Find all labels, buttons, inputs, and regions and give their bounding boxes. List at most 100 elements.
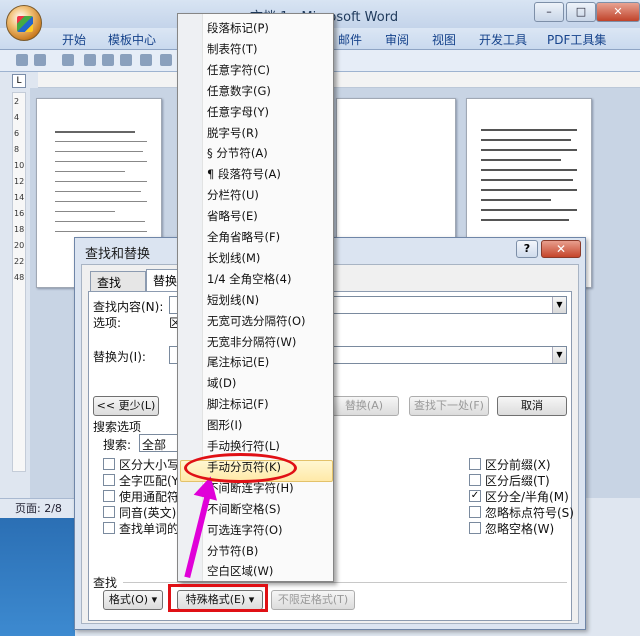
tab-templates[interactable]: 模板中心 xyxy=(108,31,156,48)
tab-selector[interactable]: L xyxy=(12,74,26,88)
find-what-label: 查找内容(N): xyxy=(93,300,164,314)
options-label: 选项: xyxy=(93,316,122,330)
save-icon[interactable] xyxy=(16,54,28,66)
tab-find[interactable]: 查找(D) xyxy=(90,271,146,305)
office-button[interactable] xyxy=(6,5,42,41)
menu-item[interactable]: 分栏符(U) xyxy=(207,187,259,203)
tab-pdf-tools[interactable]: PDF工具集 xyxy=(547,31,606,48)
menu-item[interactable]: 尾注标记(E) xyxy=(207,354,269,370)
menu-item[interactable]: 无宽可选分隔符(O) xyxy=(207,313,306,329)
ruler-mark: 18 xyxy=(14,225,25,234)
match-suffix-label: 区分后缀(T) xyxy=(485,474,550,488)
menu-item[interactable]: 无宽非分隔符(W) xyxy=(207,334,296,350)
menu-item[interactable]: 段落标记(P) xyxy=(207,20,269,36)
menu-item[interactable]: 域(D) xyxy=(207,375,236,391)
word-forms-checkbox[interactable] xyxy=(103,522,115,534)
menu-item[interactable]: 脚注标记(F) xyxy=(207,396,269,412)
search-direction-value: 全部 xyxy=(142,438,167,452)
no-formatting-button[interactable]: 不限定格式(T) xyxy=(271,590,355,610)
menu-item[interactable]: 可选连字符(O) xyxy=(207,522,283,538)
match-prefix-checkbox[interactable] xyxy=(469,458,481,470)
match-case-checkbox[interactable] xyxy=(103,458,115,470)
annotation-rectangle xyxy=(168,584,268,612)
vertical-ruler: 2 4 6 8 10 12 14 16 18 20 22 48 xyxy=(12,92,26,472)
cancel-button[interactable]: 取消 xyxy=(497,396,567,416)
chevron-down-icon[interactable]: ▼ xyxy=(552,347,566,363)
section-divider xyxy=(123,582,567,583)
replace-with-label: 替换为(I): xyxy=(93,350,146,364)
menu-item[interactable]: 手动换行符(L) xyxy=(207,438,280,454)
paste-icon[interactable] xyxy=(140,54,152,66)
desktop-background xyxy=(0,518,75,636)
ignore-space-label: 忽略空格(W) xyxy=(485,522,555,536)
close-button[interactable]: ✕ xyxy=(596,2,640,22)
menu-item[interactable]: 1/4 全角空格(4) xyxy=(207,271,291,287)
menu-item[interactable]: 分节符(B) xyxy=(207,543,258,559)
horizontal-ruler xyxy=(38,72,640,88)
menu-item[interactable]: 不间断空格(S) xyxy=(207,501,281,517)
ignore-space-checkbox[interactable] xyxy=(469,522,481,534)
match-width-label: 区分全/半角(M) xyxy=(485,490,569,504)
tab-developer[interactable]: 开发工具 xyxy=(479,31,527,48)
undo-icon[interactable] xyxy=(34,54,46,66)
menu-item[interactable]: 省略号(E) xyxy=(207,208,258,224)
dialog-close-button[interactable]: ✕ xyxy=(541,240,581,258)
find-section-heading: 查找 xyxy=(93,576,118,590)
whole-word-label: 全字匹配(Y) xyxy=(119,474,184,488)
menu-item[interactable]: 全角省略号(F) xyxy=(207,229,280,245)
tab-mailings[interactable]: 邮件 xyxy=(338,31,362,48)
menu-item[interactable]: 任意字母(Y) xyxy=(207,104,269,120)
match-suffix-checkbox[interactable] xyxy=(469,474,481,486)
ruler-mark: 48 xyxy=(14,273,25,282)
menu-item[interactable]: 任意字符(C) xyxy=(207,62,270,78)
print-icon[interactable] xyxy=(160,54,172,66)
wildcards-label: 使用通配符 xyxy=(119,490,180,504)
menu-item[interactable]: § 分节符(A) xyxy=(207,145,268,161)
ruler-mark: 10 xyxy=(14,161,25,170)
menu-item[interactable]: 图形(I) xyxy=(207,417,242,433)
ruler-mark: 20 xyxy=(14,241,25,250)
ignore-punctuation-checkbox[interactable] xyxy=(469,506,481,518)
maximize-button[interactable]: □ xyxy=(566,2,596,22)
status-page-indicator: 页面: 2/8 xyxy=(0,498,75,518)
menu-item[interactable]: 空白区域(W) xyxy=(207,563,273,579)
replace-button[interactable]: 替换(A) xyxy=(329,396,399,416)
whole-word-checkbox[interactable] xyxy=(103,474,115,486)
dialog-title: 查找和替换 xyxy=(85,247,151,262)
wildcards-checkbox[interactable] xyxy=(103,490,115,502)
tab-review[interactable]: 审阅 xyxy=(385,31,409,48)
ruler-mark: 8 xyxy=(14,145,20,154)
ruler-mark: 2 xyxy=(14,97,20,106)
sounds-like-checkbox[interactable] xyxy=(103,506,115,518)
match-prefix-label: 区分前缀(X) xyxy=(485,458,551,472)
menu-item[interactable]: 任意数字(G) xyxy=(207,83,271,99)
menu-item[interactable]: 短划线(N) xyxy=(207,292,259,308)
ruler-mark: 22 xyxy=(14,257,25,266)
find-next-button[interactable]: 查找下一处(F) xyxy=(409,396,489,416)
open-icon[interactable] xyxy=(102,54,114,66)
ignore-punctuation-label: 忽略标点符号(S) xyxy=(485,506,574,520)
tab-view[interactable]: 视图 xyxy=(432,31,456,48)
ruler-mark: 12 xyxy=(14,177,25,186)
ruler-mark: 4 xyxy=(14,113,20,122)
format-button[interactable]: 格式(O) ▾ xyxy=(103,590,163,610)
menu-item[interactable]: ¶ 段落符号(A) xyxy=(207,166,281,182)
minimize-button[interactable]: – xyxy=(534,2,564,22)
menu-item[interactable]: 制表符(T) xyxy=(207,41,258,57)
search-options-heading: 搜索选项 xyxy=(93,420,142,434)
redo-icon[interactable] xyxy=(62,54,74,66)
new-icon[interactable] xyxy=(84,54,96,66)
match-width-checkbox[interactable]: ✓ xyxy=(469,490,481,502)
sounds-like-label: 同音(英文) xyxy=(119,506,177,520)
chevron-down-icon[interactable]: ▼ xyxy=(552,297,566,313)
match-case-label: 区分大小写 xyxy=(119,458,180,472)
copy-icon[interactable] xyxy=(120,54,132,66)
less-button[interactable]: << 更少(L) xyxy=(93,396,159,416)
tab-home[interactable]: 开始 xyxy=(62,31,86,48)
menu-item[interactable]: 长划线(M) xyxy=(207,250,260,266)
annotation-ellipse xyxy=(184,453,297,483)
search-direction-label: 搜索: xyxy=(103,438,132,452)
ruler-mark: 14 xyxy=(14,193,25,202)
menu-item[interactable]: 脱字号(R) xyxy=(207,125,258,141)
help-button[interactable]: ? xyxy=(516,240,538,258)
